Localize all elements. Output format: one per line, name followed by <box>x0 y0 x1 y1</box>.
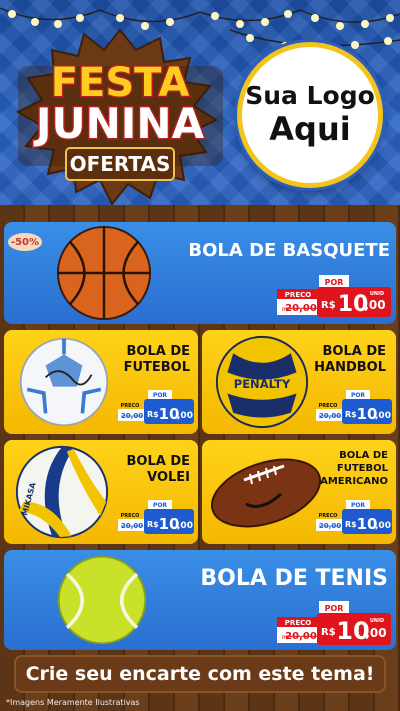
svg-text:UNID: UNID <box>370 291 384 297</box>
american-football-icon <box>210 458 322 528</box>
product-name-line1: BOLA DE <box>126 454 190 469</box>
svg-text:R$: R$ <box>321 627 336 638</box>
product-name-line2: FUTEBOL <box>336 463 388 474</box>
price-tag-tenis: POR PRECO 20,00 R$ R$ 10 ,00 UNID <box>277 601 391 645</box>
svg-text:20,00: 20,00 <box>121 522 143 530</box>
product-name: BOLA DE TENIS <box>200 566 388 591</box>
svg-text:,00: ,00 <box>375 411 391 421</box>
cta-banner: Crie seu encarte com este tema! <box>14 655 386 693</box>
price-tag-futebol: POR PRECO 20,00 R$ 10 ,00 <box>118 390 194 424</box>
price-tag-volei: POR PRECO 20,00 R$ 10 ,00 <box>118 500 194 534</box>
svg-text:POR: POR <box>351 392 365 399</box>
svg-text:UNID: UNID <box>370 618 384 624</box>
svg-text:POR: POR <box>351 502 365 509</box>
price-tag-handbol: POR PRECO 20,00 R$ 10 ,00 <box>316 390 392 424</box>
svg-text:PENALTY: PENALTY <box>234 377 291 391</box>
logo-placeholder: Sua Logo Aqui <box>237 42 383 188</box>
tennis-ball-icon <box>57 555 147 645</box>
product-name-line1: BOLA DE <box>322 344 386 359</box>
svg-text:20,00: 20,00 <box>285 303 317 314</box>
badge-junina-text: JUNINA <box>33 99 205 148</box>
svg-text:,00: ,00 <box>177 521 193 531</box>
svg-text:R$: R$ <box>147 520 159 529</box>
svg-text:POR: POR <box>153 502 167 509</box>
soccer-ball-icon <box>19 337 109 427</box>
svg-text:POR: POR <box>325 278 344 287</box>
svg-text:R$: R$ <box>147 410 159 419</box>
product-name-line3: AMERICANO <box>320 476 388 487</box>
badge-ofertas-text: OFERTAS <box>70 152 171 176</box>
basketball-icon <box>56 225 152 321</box>
handball-icon: PENALTY <box>215 335 309 429</box>
svg-text:PRECO: PRECO <box>319 403 338 409</box>
svg-text:PRECO: PRECO <box>285 291 311 299</box>
logo-line-2: Aqui <box>269 110 351 148</box>
logo-line-1: Sua Logo <box>245 81 375 110</box>
svg-text:POR: POR <box>153 392 167 399</box>
price-tag-futebol-americano: POR PRECO 20,00 R$ 10 ,00 <box>316 500 392 534</box>
svg-text:PRECO: PRECO <box>121 513 140 519</box>
product-name-line1: BOLA DE <box>126 344 190 359</box>
product-name-line1: BOLA DE <box>339 450 388 461</box>
product-name-line2: VOLEI <box>147 470 190 485</box>
product-name-line2: HANDBOL <box>314 360 386 375</box>
svg-text:20,00: 20,00 <box>285 631 317 642</box>
svg-text:,00: ,00 <box>375 521 391 531</box>
disclaimer-text: *Imagens Meramente Ilustrativas <box>6 698 140 707</box>
discount-badge: -50% <box>8 233 42 251</box>
volleyball-icon: MIKASA <box>15 445 109 539</box>
svg-text:POR: POR <box>325 604 344 613</box>
svg-text:PRECO: PRECO <box>121 403 140 409</box>
festa-junina-badge: FESTA JUNINA OFERTAS <box>15 28 223 206</box>
svg-text:,00: ,00 <box>177 411 193 421</box>
price-tag-basquete: POR PRECO 20,00 R$ R$ 10 ,00 UNID <box>277 275 391 317</box>
svg-text:20,00: 20,00 <box>121 412 143 420</box>
svg-text:20,00: 20,00 <box>319 412 341 420</box>
product-name: BOLA DE BASQUETE <box>188 240 390 261</box>
svg-text:PRECO: PRECO <box>285 619 311 627</box>
svg-text:R$: R$ <box>345 520 357 529</box>
svg-text:,00: ,00 <box>364 298 385 312</box>
svg-text:R$: R$ <box>282 635 289 641</box>
svg-text:PRECO: PRECO <box>319 513 338 519</box>
product-name-line2: FUTEBOL <box>123 360 190 375</box>
svg-text:20,00: 20,00 <box>319 522 341 530</box>
svg-text:,00: ,00 <box>365 626 386 640</box>
svg-text:R$: R$ <box>345 410 357 419</box>
header-banner: FESTA JUNINA OFERTAS Sua Logo Aqui <box>0 0 400 210</box>
cta-text: Crie seu encarte com este tema! <box>25 663 375 685</box>
svg-text:R$: R$ <box>282 307 289 313</box>
svg-text:R$: R$ <box>321 300 336 311</box>
